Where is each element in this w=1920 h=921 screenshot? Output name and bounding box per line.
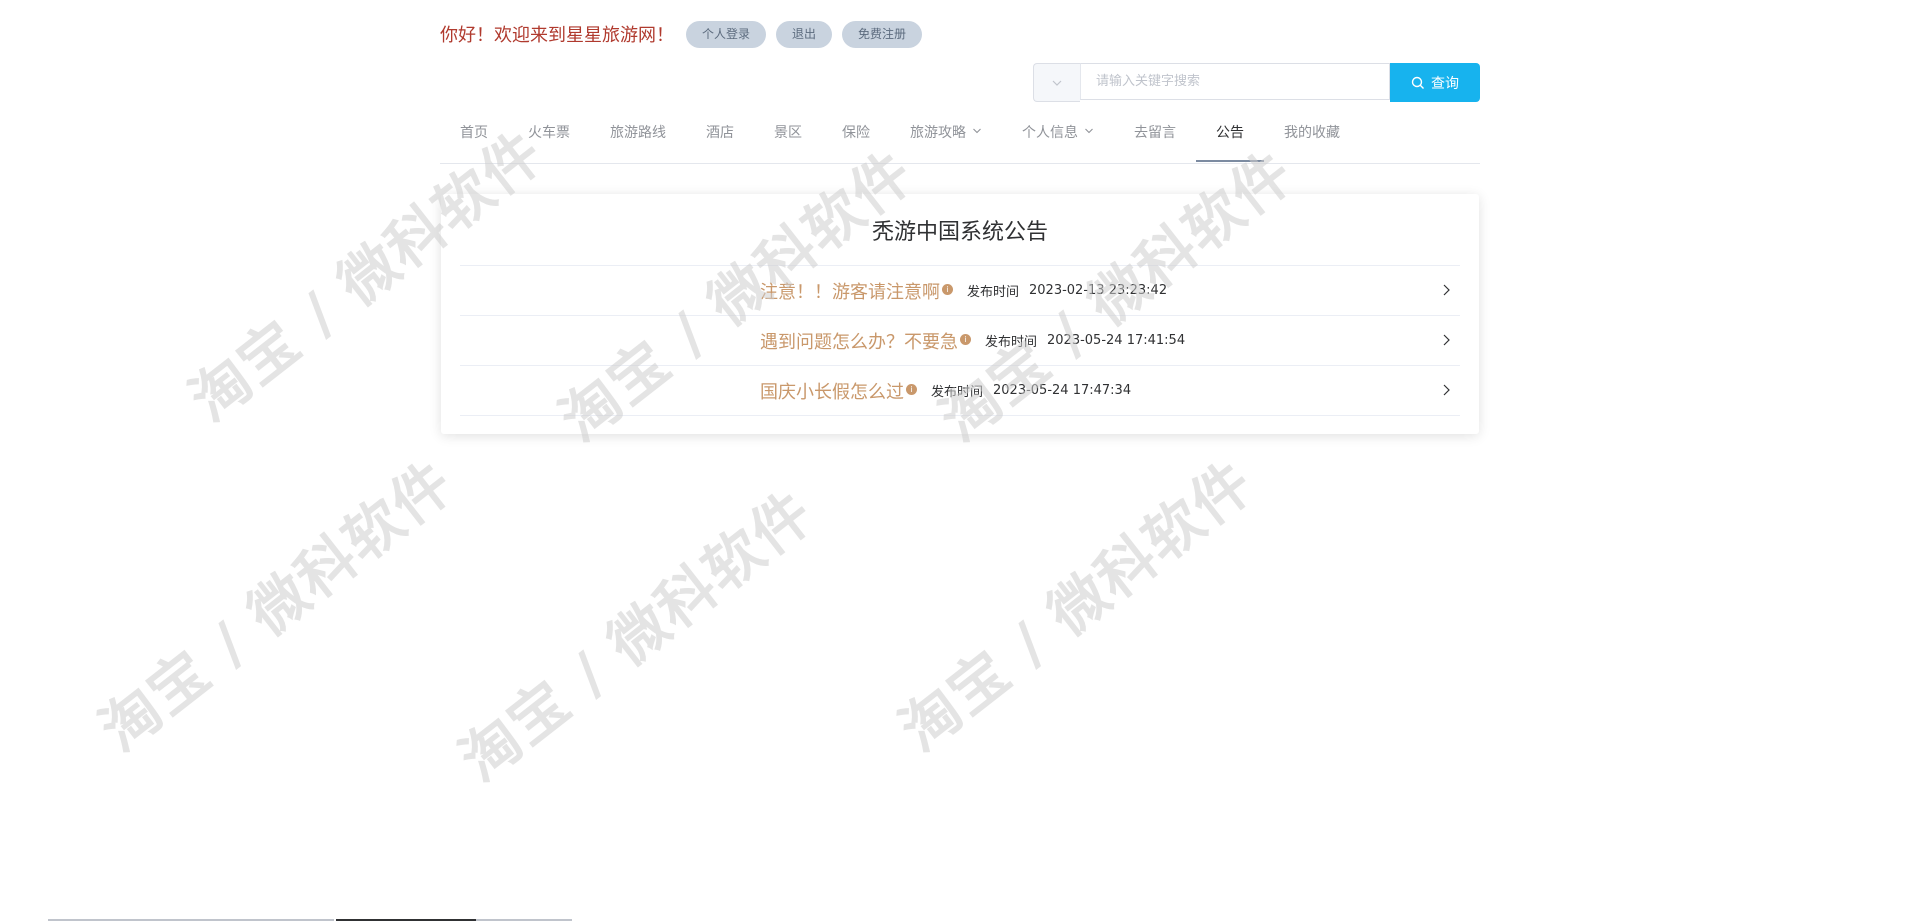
announcement-item-title: 遇到问题怎么办？不要急 xyxy=(760,331,958,353)
watermark: 淘宝 / 微科软件 xyxy=(887,447,1267,765)
nav-item-leave-message[interactable]: 去留言 xyxy=(1114,112,1196,162)
announcement-title: 秃游中国系统公告 xyxy=(871,220,1048,245)
nav-item-hotels[interactable]: 酒店 xyxy=(686,112,754,162)
info-icon: i xyxy=(906,384,917,395)
nav-item-favorites[interactable]: 我的收藏 xyxy=(1264,112,1360,162)
info-icon: i xyxy=(942,284,953,295)
announcement-row-content: 注意！！游客请注意啊 i 发布时间 2023-02-13 23:23:42 xyxy=(760,266,1167,315)
chevron-down-icon xyxy=(1085,128,1093,134)
publish-time-label: 发布时间 xyxy=(985,335,1038,350)
watermark: 淘宝 / 微科软件 xyxy=(87,447,467,765)
watermark: 淘宝 / 微科软件 xyxy=(447,477,827,795)
announcement-item-title: 国庆小长假怎么过 xyxy=(760,381,904,403)
announcement-item-title: 注意！！游客请注意啊 xyxy=(760,281,940,303)
nav-item-travel-guides[interactable]: 旅游攻略 xyxy=(890,112,1002,162)
info-icon: i xyxy=(960,334,971,345)
search-button[interactable]: 查询 xyxy=(1390,63,1480,102)
announcement-card: 秃游中国系统公告 注意！！游客请注意啊 i 发布时间 2023-02-13 23… xyxy=(441,194,1479,434)
chevron-right-icon xyxy=(1443,334,1450,346)
login-button[interactable]: 个人登录 xyxy=(686,20,767,48)
search-input[interactable] xyxy=(1080,63,1390,100)
nav-item-personal-info[interactable]: 个人信息 xyxy=(1002,112,1114,162)
nav-item-insurance[interactable]: 保险 xyxy=(822,112,890,162)
welcome-text: 你好！欢迎来到星星旅游网！ xyxy=(440,25,674,46)
register-button[interactable]: 免费注册 xyxy=(842,20,923,48)
publish-time-label: 发布时间 xyxy=(967,285,1020,300)
chevron-right-icon xyxy=(1443,384,1450,396)
nav-item-train-tickets[interactable]: 火车票 xyxy=(508,112,590,162)
chevron-down-icon xyxy=(1052,80,1062,86)
search-icon xyxy=(1411,76,1424,89)
search-bar: 查询 xyxy=(1033,63,1480,102)
search-category-select[interactable] xyxy=(1033,63,1080,102)
announcement-row[interactable]: 注意！！游客请注意啊 i 发布时间 2023-02-13 23:23:42 xyxy=(460,266,1460,316)
announcement-row-content: 遇到问题怎么办？不要急 i 发布时间 2023-05-24 17:41:54 xyxy=(760,316,1185,365)
chevron-right-icon xyxy=(1443,284,1450,296)
publish-time: 2023-05-24 17:41:54 xyxy=(1047,333,1186,348)
publish-time: 2023-02-13 23:23:42 xyxy=(1029,283,1168,298)
publish-time: 2023-05-24 17:47:34 xyxy=(993,383,1132,398)
announcement-row[interactable]: 遇到问题怎么办？不要急 i 发布时间 2023-05-24 17:41:54 xyxy=(460,316,1460,366)
search-button-label: 查询 xyxy=(1431,75,1459,92)
announcement-row-content: 国庆小长假怎么过 i 发布时间 2023-05-24 17:47:34 xyxy=(760,366,1131,415)
announcement-row[interactable]: 国庆小长假怎么过 i 发布时间 2023-05-24 17:47:34 xyxy=(460,366,1460,416)
nav-item-announcements[interactable]: 公告 xyxy=(1196,112,1264,162)
nav-item-scenic-spots[interactable]: 景区 xyxy=(754,112,822,162)
nav-item-home[interactable]: 首页 xyxy=(440,112,508,162)
main-nav: 首页 火车票 旅游路线 酒店 景区 保险 旅游攻略 个人信息 去留言 公告 我的… xyxy=(440,112,1480,164)
logout-button[interactable]: 退出 xyxy=(776,20,833,48)
top-bar: 你好！欢迎来到星星旅游网！ 个人登录 退出 免费注册 xyxy=(440,20,932,48)
chevron-down-icon xyxy=(973,128,981,134)
publish-time-label: 发布时间 xyxy=(931,385,984,400)
announcement-list: 注意！！游客请注意啊 i 发布时间 2023-02-13 23:23:42 遇到… xyxy=(460,265,1460,416)
nav-item-travel-routes[interactable]: 旅游路线 xyxy=(590,112,686,162)
